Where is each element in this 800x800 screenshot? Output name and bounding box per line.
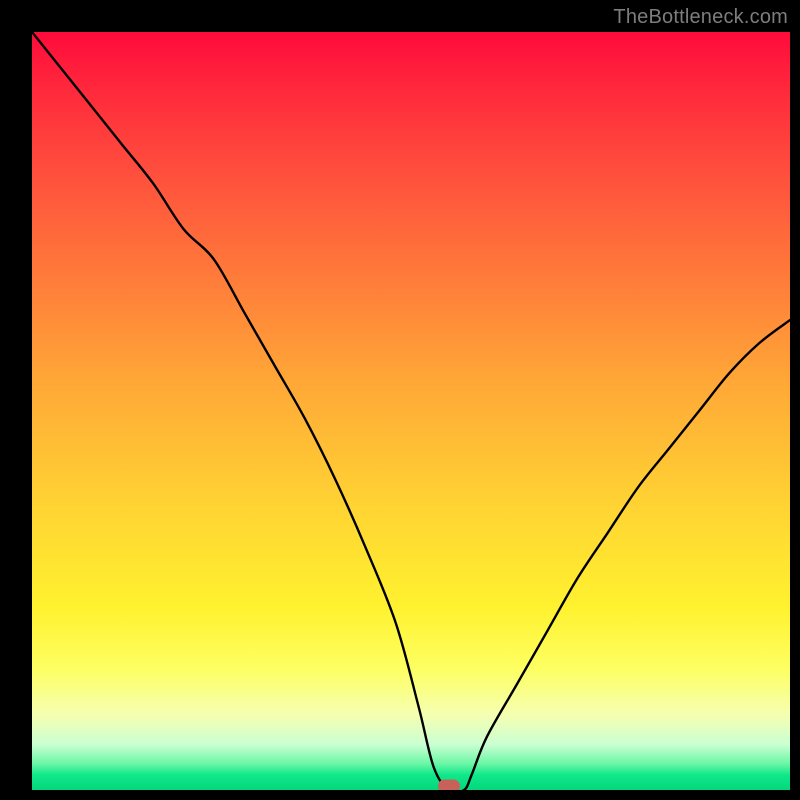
curve-layer (32, 32, 790, 790)
bottleneck-curve (32, 32, 790, 790)
watermark-text: TheBottleneck.com (613, 6, 788, 29)
optimal-point-marker (438, 780, 460, 791)
chart-stage: TheBottleneck.com (0, 0, 800, 800)
plot-area (32, 32, 790, 790)
